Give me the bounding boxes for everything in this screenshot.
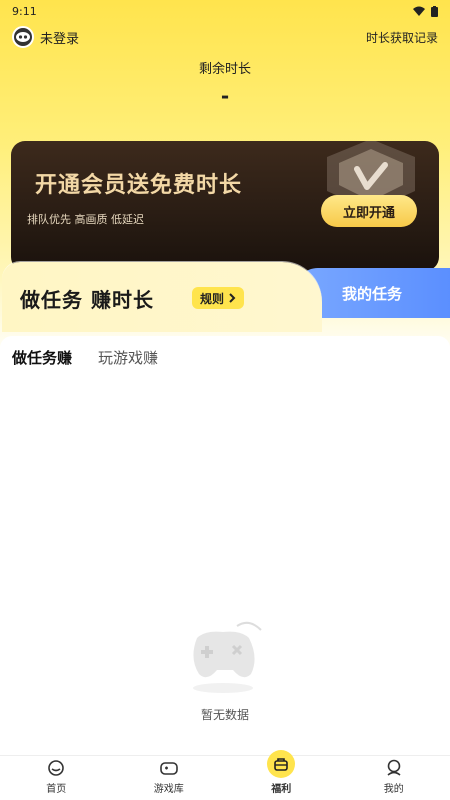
login-status-label: 未登录 [40,31,80,47]
status-bar: 9:11 [0,0,450,22]
remaining-time-value: - [220,84,230,108]
open-vip-button[interactable]: 立即开通 [321,195,417,227]
home-icon [48,760,65,776]
header: 未登录 时长获取记录 [0,24,450,50]
nav-item-mine[interactable]: 我的 [354,758,434,795]
tab-play-games[interactable]: 玩游戏赚 [98,347,158,370]
avatar [12,26,34,48]
rules-button[interactable]: 规则 [192,287,245,309]
nav-label-home: 首页 [46,784,67,795]
wifi-icon [413,6,425,16]
rules-label: 规则 [200,291,225,306]
nav-item-game-library[interactable]: 游戏库 [129,758,209,795]
nav-item-home[interactable]: 首页 [16,758,96,795]
task-tabs: 做任务赚 玩游戏赚 [0,336,450,380]
bottom-nav: 首页 游戏库 福利 我的 [0,750,450,800]
tab-do-tasks[interactable]: 做任务赚 [12,347,73,372]
remaining-time-label: 剩余时长 [198,62,251,77]
task-banner: 我的任务 做任务 赚时长 规则 [2,262,450,334]
battery-icon [431,5,438,17]
nav-label-game-library: 游戏库 [153,784,184,795]
vip-promo-card[interactable]: 开通会员送免费时长 排队优先 高画质 低延迟 立即开通 [11,141,439,271]
avatar-icon [16,32,30,42]
task-banner-left: 做任务 赚时长 规则 [2,262,322,332]
task-banner-title: 做任务 赚时长 [20,288,154,312]
vip-card-subtitle: 排队优先 高画质 低延迟 [27,213,144,226]
duration-record-link[interactable]: 时长获取记录 [366,29,438,46]
chevron-right-icon [229,293,236,303]
empty-state-text: 暂无数据 [200,708,249,722]
nav-label-mine: 我的 [383,784,404,795]
status-icons [413,5,438,17]
empty-state: 暂无数据 [0,608,450,748]
gamepad-empty-icon [193,621,262,693]
profile-icon [387,759,401,776]
nav-item-welfare[interactable]: 福利 [241,750,321,795]
nav-label-welfare: 福利 [271,784,292,795]
login-entry[interactable]: 未登录 [12,26,79,48]
status-time: 9:11 [12,4,37,18]
gift-icon [267,750,296,778]
gamepad-icon [159,762,178,775]
vip-card-title: 开通会员送免费时长 [35,173,243,198]
